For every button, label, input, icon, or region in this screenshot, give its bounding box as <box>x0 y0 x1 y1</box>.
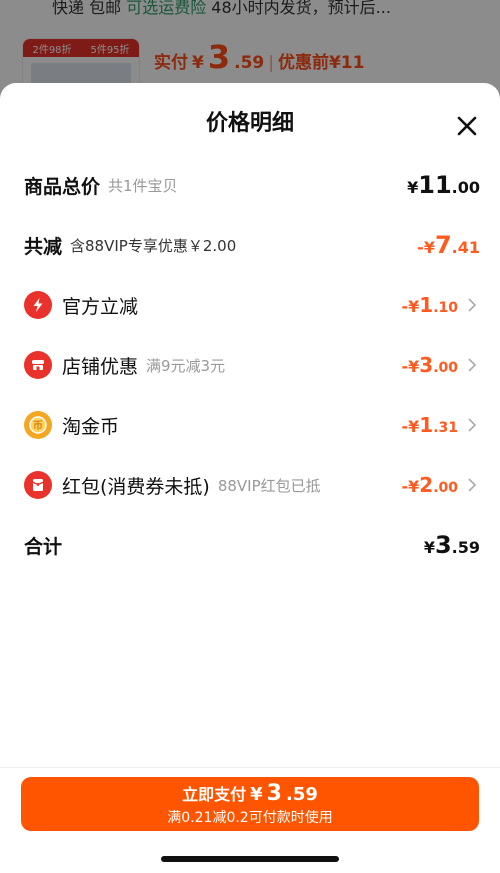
row-amount: -¥ 1.10 <box>401 293 458 317</box>
row-label: 合计 <box>24 535 63 558</box>
footer-divider <box>0 767 500 768</box>
row-amount: ¥11.00 <box>407 171 480 199</box>
row-label: 店铺优惠 <box>62 355 139 378</box>
row-goods-total: 商品总价 共1件宝贝 ¥11.00 <box>24 165 480 205</box>
lightning-icon <box>24 291 52 319</box>
chevron-right-icon <box>468 418 477 432</box>
price-detail-sheet: 价格明细 商品总价 共1件宝贝 ¥11.00 共减 含88VIP专享优惠￥2.0… <box>0 83 500 873</box>
red-packet-icon <box>24 471 52 499</box>
chevron-right-icon <box>468 298 477 312</box>
row-label: 共减 <box>24 235 63 258</box>
home-indicator[interactable] <box>161 856 339 862</box>
chevron-right-icon <box>468 478 477 492</box>
pay-now-button[interactable]: 立即支付 ¥3.59 满0.21减0.2可付款时使用 <box>21 777 479 831</box>
chevron-right-icon <box>468 358 477 372</box>
row-amount: -¥ 3.00 <box>401 353 458 377</box>
row-taojinbi[interactable]: 币 淘金币 -¥ 1.31 <box>24 405 480 445</box>
row-note: 含88VIP专享优惠￥2.00 <box>70 236 237 255</box>
row-amount: -¥ 7.41 <box>417 231 480 259</box>
pay-button-price: 立即支付 ¥3.59 <box>182 781 318 806</box>
row-note: 88VIP红包已抵 <box>217 476 321 495</box>
coin-icon: 币 <box>24 411 52 439</box>
row-amount: -¥ 1.31 <box>401 413 458 437</box>
row-official-discount[interactable]: 官方立减 -¥ 1.10 <box>24 285 480 325</box>
row-red-packet[interactable]: 红包(消费券未抵) 88VIP红包已抵 -¥ 2.00 <box>24 465 480 505</box>
shop-icon <box>24 351 52 379</box>
sheet-title: 价格明细 <box>205 111 294 136</box>
pay-button-subtext: 满0.21减0.2可付款时使用 <box>167 810 333 826</box>
close-button[interactable] <box>452 111 482 141</box>
row-amount: -¥ 2.00 <box>401 473 458 497</box>
row-label: 淘金币 <box>62 415 120 438</box>
row-label: 商品总价 <box>24 175 101 198</box>
row-label: 官方立减 <box>62 295 139 318</box>
row-store-discount[interactable]: 店铺优惠 满9元减3元 -¥ 3.00 <box>24 345 480 385</box>
svg-text:币: 币 <box>33 420 43 432</box>
row-grand-total: 合计 ¥3.59 <box>24 525 480 565</box>
row-amount: ¥3.59 <box>423 531 480 559</box>
row-note: 满9元减3元 <box>146 356 226 375</box>
row-total-discount: 共减 含88VIP专享优惠￥2.00 -¥ 7.41 <box>24 225 480 265</box>
row-label: 红包(消费券未抵) <box>62 475 210 498</box>
close-icon <box>457 116 477 136</box>
row-note: 共1件宝贝 <box>108 176 178 195</box>
